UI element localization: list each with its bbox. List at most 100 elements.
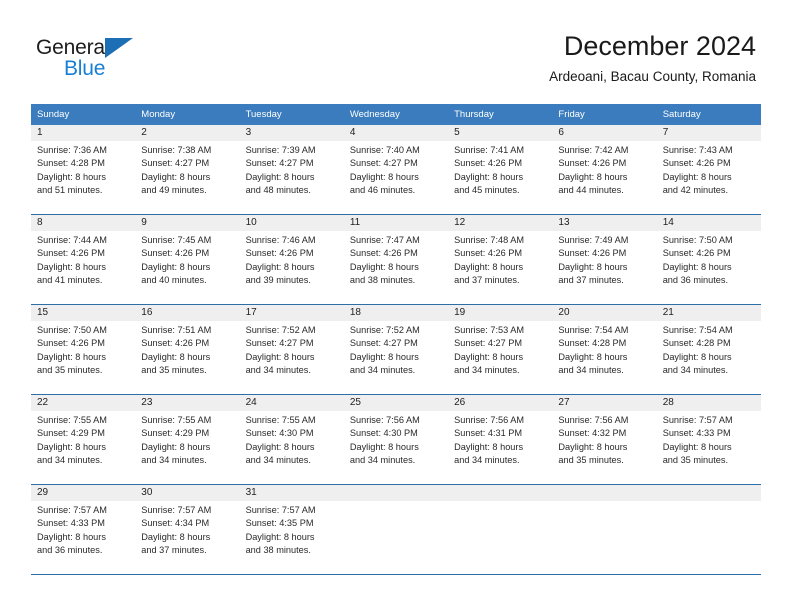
day-number[interactable]: 19 [448,305,552,321]
day-daylight-text: and 34 minutes. [245,365,311,376]
day-number[interactable]: 3 [240,125,344,141]
day-cell[interactable]: Sunrise: 7:57 AM Sunset: 4:33 PM Daylight:… [657,411,761,484]
day-number[interactable]: 8 [31,215,135,231]
day-cell[interactable]: Sunrise: 7:49 AM Sunset: 4:26 PM Daylight:… [552,231,656,304]
day-number[interactable]: 9 [135,215,239,231]
day-number[interactable]: 10 [240,215,344,231]
day-cell[interactable]: Sunrise: 7:39 AM Sunset: 4:27 PM Daylight:… [240,141,344,214]
day-cell[interactable]: Sunrise: 7:56 AM Sunset: 4:32 PM Daylight:… [552,411,656,484]
day-sunset-text: Sunset: 4:27 PM [245,338,314,349]
day-daylight-text: and 36 minutes. [37,545,103,556]
day-daylight-text: Daylight: 8 hours [245,441,315,452]
day-cell[interactable]: Sunrise: 7:50 AM Sunset: 4:26 PM Daylight:… [31,321,135,394]
logo-text-blue: Blue [64,57,106,80]
day-sunset-text: Sunset: 4:27 PM [349,158,418,169]
day-number[interactable]: 1 [31,125,135,141]
day-cell[interactable]: Sunrise: 7:55 AM Sunset: 4:29 PM Daylight:… [31,411,135,484]
day-number[interactable]: 7 [657,125,761,141]
day-cell[interactable]: Sunrise: 7:41 AM Sunset: 4:26 PM Daylight:… [448,141,552,214]
day-sunrise-text: Sunrise: 7:53 AM [454,325,525,335]
day-cell[interactable]: Sunrise: 7:44 AM Sunset: 4:26 PM Daylight:… [31,231,135,304]
day-number-empty [448,485,552,501]
day-cell[interactable]: Sunrise: 7:46 AM Sunset: 4:26 PM Daylight:… [240,231,344,304]
day-number[interactable]: 22 [31,395,135,411]
day-number[interactable]: 13 [552,215,656,231]
day-sunset-text: Sunset: 4:26 PM [141,248,210,259]
day-cell[interactable]: Sunrise: 7:54 AM Sunset: 4:28 PM Daylight:… [657,321,761,394]
day-daylight-text: and 34 minutes. [245,455,311,466]
day-sunset-text: Sunset: 4:26 PM [37,248,105,259]
day-daylight-text: Daylight: 8 hours [37,441,106,452]
day-sunrise-text: Sunrise: 7:42 AM [558,145,629,155]
day-number-empty [657,485,761,501]
day-sunset-text: Sunset: 4:26 PM [662,248,731,259]
day-cell[interactable]: Sunrise: 7:55 AM Sunset: 4:30 PM Daylight:… [240,411,344,484]
day-cell[interactable]: Sunrise: 7:43 AM Sunset: 4:26 PM Daylight:… [657,141,761,214]
calendar-grid: Sunday Monday Tuesday Wednesday Thursday… [31,104,761,575]
day-number[interactable]: 21 [657,305,761,321]
day-number[interactable]: 30 [135,485,239,501]
day-sunset-text: Sunset: 4:26 PM [141,338,210,349]
weekday-header-thursday: Thursday [454,109,494,120]
day-number[interactable]: 29 [31,485,135,501]
day-cell[interactable]: Sunrise: 7:52 AM Sunset: 4:27 PM Daylight:… [240,321,344,394]
day-sunrise-text: Sunrise: 7:51 AM [141,325,212,335]
calendar-week-row: 15 16 17 18 19 20 21 Sunrise: 7:50 AM Sunset: 4:… [31,304,761,394]
day-cell[interactable]: Sunrise: 7:45 AM Sunset: 4:26 PM Daylight:… [135,231,239,304]
day-cell[interactable]: Sunrise: 7:52 AM Sunset: 4:27 PM Daylight:… [344,321,448,394]
day-cell[interactable]: Sunrise: 7:51 AM Sunset: 4:26 PM Daylight:… [135,321,239,394]
day-cell[interactable]: Sunrise: 7:55 AM Sunset: 4:29 PM Daylight:… [135,411,239,484]
day-number[interactable]: 28 [657,395,761,411]
day-cell[interactable]: Sunrise: 7:42 AM Sunset: 4:26 PM Daylight:… [552,141,656,214]
day-cell[interactable]: Sunrise: 7:40 AM Sunset: 4:27 PM Daylight:… [344,141,448,214]
day-number[interactable]: 17 [240,305,344,321]
day-number[interactable]: 18 [344,305,448,321]
day-number[interactable]: 23 [135,395,239,411]
day-cell[interactable]: Sunrise: 7:48 AM Sunset: 4:26 PM Daylight:… [448,231,552,304]
day-number[interactable]: 20 [552,305,656,321]
day-daylight-text: and 37 minutes. [454,275,520,286]
day-daylight-text: Daylight: 8 hours [245,261,315,272]
day-daylight-text: Daylight: 8 hours [454,171,524,182]
day-daylight-text: Daylight: 8 hours [37,351,106,362]
day-cell[interactable]: Sunrise: 7:36 AM Sunset: 4:28 PM Daylight:… [31,141,135,214]
day-daylight-text: Daylight: 8 hours [454,441,524,452]
day-cell[interactable]: Sunrise: 7:57 AM Sunset: 4:33 PM Daylight:… [31,501,135,574]
day-number[interactable]: 16 [135,305,239,321]
day-number[interactable]: 12 [448,215,552,231]
day-cell-empty [448,501,552,574]
day-daylight-text: and 39 minutes. [245,275,311,286]
day-cell[interactable]: Sunrise: 7:54 AM Sunset: 4:28 PM Daylight:… [552,321,656,394]
day-daylight-text: Daylight: 8 hours [454,261,524,272]
triangle-icon [105,38,133,58]
day-number[interactable]: 15 [31,305,135,321]
day-cell[interactable]: Sunrise: 7:57 AM Sunset: 4:35 PM Daylight:… [240,501,344,574]
day-number[interactable]: 26 [448,395,552,411]
day-daylight-text: and 34 minutes. [141,455,207,466]
day-daylight-text: Daylight: 8 hours [37,261,106,272]
day-sunrise-text: Sunrise: 7:55 AM [37,415,107,425]
day-cell[interactable]: Sunrise: 7:47 AM Sunset: 4:26 PM Daylight:… [344,231,448,304]
day-number[interactable]: 11 [344,215,448,231]
day-number[interactable]: 4 [344,125,448,141]
day-cell[interactable]: Sunrise: 7:57 AM Sunset: 4:34 PM Daylight:… [135,501,239,574]
day-sunset-text: Sunset: 4:28 PM [37,158,105,169]
day-number[interactable]: 6 [552,125,656,141]
day-number[interactable]: 14 [657,215,761,231]
day-number[interactable]: 27 [552,395,656,411]
day-sunrise-text: Sunrise: 7:52 AM [245,325,316,335]
day-cell[interactable]: Sunrise: 7:56 AM Sunset: 4:30 PM Daylight:… [344,411,448,484]
day-number[interactable]: 2 [135,125,239,141]
day-sunset-text: Sunset: 4:26 PM [349,248,418,259]
day-cell[interactable]: Sunrise: 7:53 AM Sunset: 4:27 PM Daylight:… [448,321,552,394]
day-daylight-text: Daylight: 8 hours [37,531,106,542]
day-number[interactable]: 5 [448,125,552,141]
day-cell[interactable]: Sunrise: 7:38 AM Sunset: 4:27 PM Daylight:… [135,141,239,214]
day-cell[interactable]: Sunrise: 7:56 AM Sunset: 4:31 PM Daylight:… [448,411,552,484]
day-number[interactable]: 24 [240,395,344,411]
day-daylight-text: Daylight: 8 hours [141,531,211,542]
day-number[interactable]: 31 [240,485,344,501]
day-number[interactable]: 25 [344,395,448,411]
page-title: December 2024 [563,31,756,61]
day-cell[interactable]: Sunrise: 7:50 AM Sunset: 4:26 PM Daylight:… [657,231,761,304]
